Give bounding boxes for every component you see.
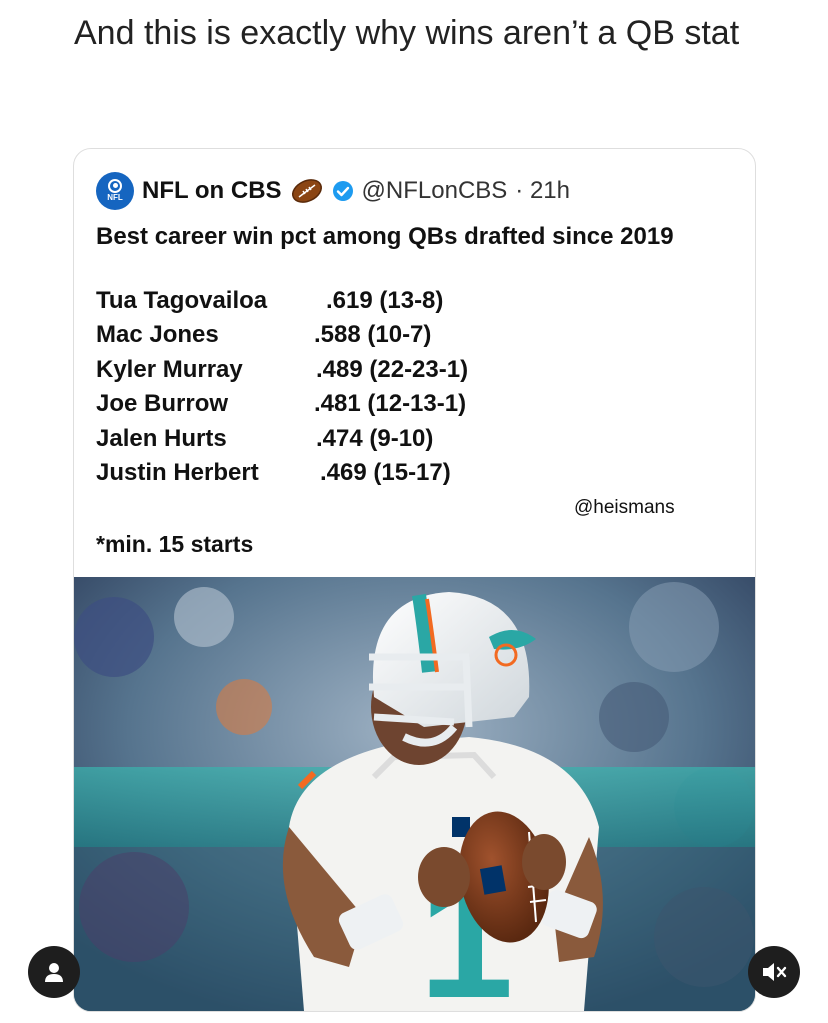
football-emoji-icon bbox=[291, 179, 322, 203]
win-record: .588 (10-7) bbox=[314, 321, 432, 349]
avatar-nfl-label: NFL bbox=[107, 192, 123, 202]
player-name: Justin Herbert bbox=[96, 458, 259, 486]
author-name[interactable]: NFL on CBS bbox=[142, 177, 282, 205]
quarterback-illustration: 1 bbox=[74, 577, 755, 1011]
win-record: .469 (15-17) bbox=[320, 458, 451, 486]
image-credit: @heismans bbox=[574, 497, 675, 518]
win-record: .474 (9-10) bbox=[316, 424, 434, 452]
verified-badge-icon bbox=[332, 181, 353, 201]
player-name: Joe Burrow bbox=[96, 390, 229, 418]
win-record: .489 (22-23-1) bbox=[316, 355, 469, 383]
author-handle[interactable]: @NFLonCBS bbox=[362, 177, 508, 205]
embedded-tweet-card[interactable]: NFL NFL on CBS @NFLonCBS · 21h Best care… bbox=[73, 148, 756, 1012]
tweet-text: Best career win pct among QBs drafted si… bbox=[96, 223, 674, 250]
player-name: Jalen Hurts bbox=[96, 424, 227, 452]
win-record: .619 (13-8) bbox=[326, 287, 444, 314]
player-name: Kyler Murray bbox=[96, 355, 243, 383]
post-caption: And this is exactly why wins aren’t a QB… bbox=[74, 14, 740, 52]
tweet-header: NFL NFL on CBS @NFLonCBS · 21h bbox=[96, 171, 570, 211]
speaker-muted-icon bbox=[763, 963, 787, 981]
player-name: Tua Tagovailoa bbox=[96, 287, 268, 314]
mute-toggle-button[interactable] bbox=[748, 946, 800, 998]
footnote: *min. 15 starts bbox=[96, 531, 254, 557]
tweet-time: · 21h bbox=[515, 177, 570, 204]
person-icon bbox=[45, 963, 63, 982]
win-record: .481 (12-13-1) bbox=[314, 390, 467, 418]
profile-button[interactable] bbox=[28, 946, 80, 998]
nfl-cbs-avatar[interactable]: NFL bbox=[96, 172, 134, 210]
quarterback-photo[interactable]: 1 bbox=[74, 577, 755, 1011]
player-name: Mac Jones bbox=[96, 321, 219, 349]
cbs-eye-icon bbox=[108, 178, 122, 193]
